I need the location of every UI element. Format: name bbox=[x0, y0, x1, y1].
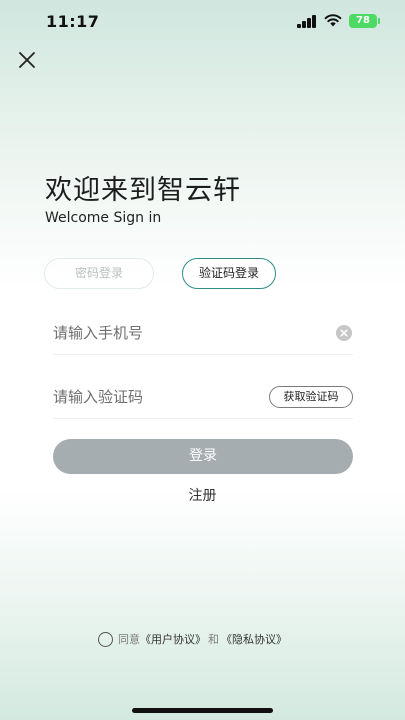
wifi-icon bbox=[324, 14, 342, 27]
agreement-prefix: 同意 bbox=[118, 633, 140, 646]
tab-password-login[interactable]: 密码登录 bbox=[44, 258, 154, 289]
register-link[interactable]: 注册 bbox=[0, 485, 405, 505]
signal-icon bbox=[297, 15, 319, 28]
privacy-policy-link[interactable]: 《隐私协议》 bbox=[221, 631, 287, 647]
home-indicator bbox=[132, 708, 273, 713]
page-title: 欢迎来到智云轩 bbox=[45, 175, 241, 206]
agreement-row: 同意 《用户协议》 和 《隐私协议》 bbox=[98, 630, 287, 648]
agreement-conjunction: 和 bbox=[208, 633, 219, 646]
close-icon[interactable] bbox=[17, 50, 37, 70]
phone-field bbox=[53, 311, 353, 355]
get-code-button[interactable]: 获取验证码 bbox=[269, 386, 353, 408]
tab-sms-login[interactable]: 验证码登录 bbox=[182, 258, 276, 289]
page-subtitle: Welcome Sign in bbox=[45, 210, 162, 226]
clear-icon[interactable] bbox=[336, 325, 352, 341]
status-time: 11:17 bbox=[46, 12, 100, 31]
login-button[interactable]: 登录 bbox=[53, 439, 353, 474]
status-bar: 11:17 78 bbox=[0, 0, 405, 44]
phone-input[interactable] bbox=[53, 311, 263, 355]
code-input[interactable] bbox=[53, 375, 263, 419]
user-agreement-link[interactable]: 《用户协议》 bbox=[140, 631, 206, 647]
agreement-radio[interactable] bbox=[98, 631, 113, 647]
battery-icon: 78 bbox=[349, 14, 380, 28]
code-field: 获取验证码 bbox=[53, 375, 353, 419]
battery-level: 78 bbox=[356, 15, 370, 26]
